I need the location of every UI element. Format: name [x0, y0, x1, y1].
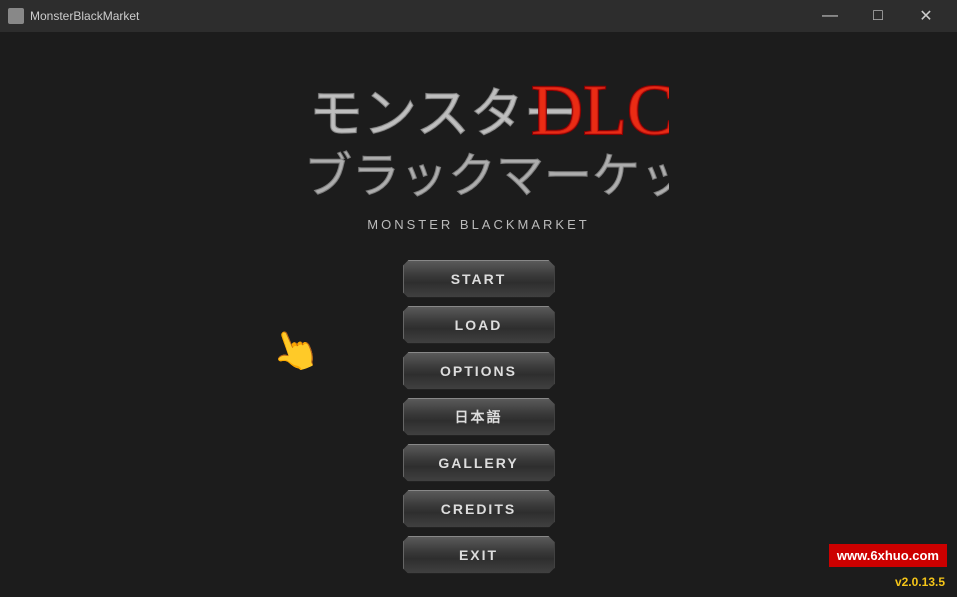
load-button[interactable]: LOAD: [403, 306, 555, 344]
window-title: MonsterBlackMarket: [30, 9, 139, 23]
title-bar-controls: — □ ✕: [807, 1, 949, 31]
gallery-button[interactable]: GALLERY: [403, 444, 555, 482]
language-button[interactable]: 日本語: [403, 398, 555, 436]
svg-text:ブラックマーケット: ブラックマーケット: [304, 150, 669, 203]
exit-button[interactable]: EXIT: [403, 536, 555, 574]
credits-button[interactable]: CREDITS: [403, 490, 555, 528]
hand-cursor-icon: 👆: [263, 320, 326, 381]
version-label: v2.0.13.5: [895, 575, 945, 589]
start-button[interactable]: START: [403, 260, 555, 298]
options-button[interactable]: OPTIONS: [403, 352, 555, 390]
app-icon: [8, 8, 24, 24]
maximize-button[interactable]: □: [855, 1, 901, 31]
title-bar: MonsterBlackMarket — □ ✕: [0, 0, 957, 32]
game-logo: モンスター モンスター DLC DLC ブラックマーケット ブラックマーケット: [289, 62, 669, 222]
logo-area: モンスター モンスター DLC DLC ブラックマーケット ブラックマーケット …: [289, 62, 669, 232]
logo-subtitle: MONSTER BLACKMARKET: [367, 217, 589, 232]
title-bar-left: MonsterBlackMarket: [8, 8, 139, 24]
svg-text:DLC: DLC: [531, 70, 669, 150]
menu-container: START LOAD OPTIONS 日本語 GALLERY CREDITS E…: [403, 260, 555, 574]
close-button[interactable]: ✕: [903, 1, 949, 31]
watermark: www.6xhuo.com: [829, 544, 947, 567]
minimize-button[interactable]: —: [807, 1, 853, 31]
main-content: モンスター モンスター DLC DLC ブラックマーケット ブラックマーケット …: [0, 32, 957, 597]
